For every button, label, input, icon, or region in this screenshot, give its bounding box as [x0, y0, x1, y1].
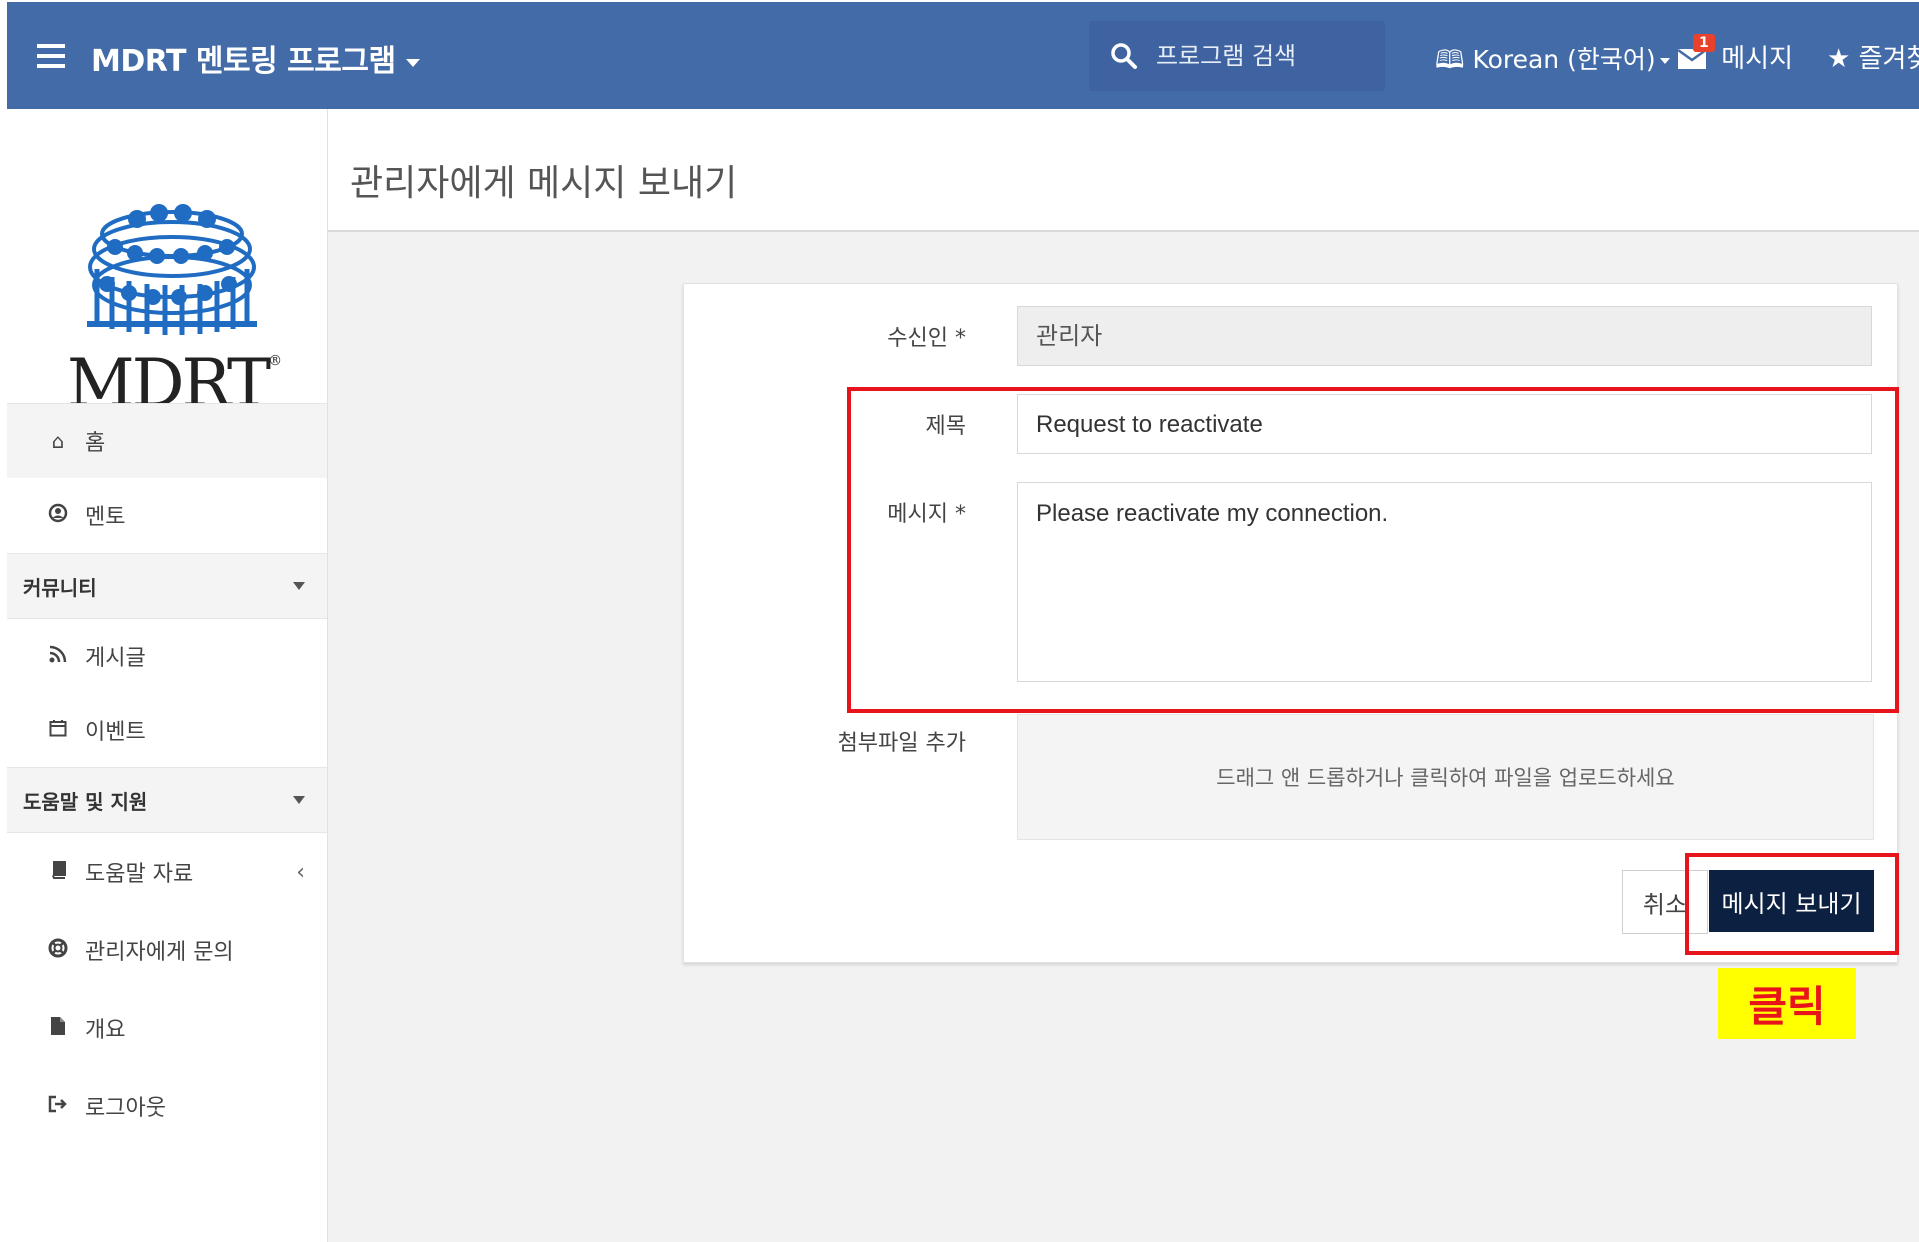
calendar-icon	[41, 718, 75, 742]
message-count-badge: 1	[1693, 34, 1715, 52]
sidebar-item-label: 이벤트	[85, 720, 146, 745]
sidebar-item-overview[interactable]: 개요	[7, 991, 327, 1065]
sidebar-item-label: 홈	[85, 431, 106, 456]
home-icon: ⌂	[51, 429, 65, 453]
program-search[interactable]	[1089, 21, 1385, 91]
sidebar-item-label: 멘토	[85, 505, 126, 530]
sidebar: MDRT® ⌂ 홈 멘토 커뮤니티 게시글 이벤트 도움말 및 지원 도움말 자…	[7, 109, 328, 1242]
sidebar-item-home[interactable]: ⌂ 홈	[7, 404, 327, 478]
sidebar-item-label: 도움말 자료	[85, 862, 194, 887]
attachment-label: 첨부파일 추가	[837, 731, 966, 756]
caret-down-icon	[293, 582, 305, 590]
highlight-subject-message	[847, 387, 1899, 713]
mdrt-logo	[87, 204, 257, 335]
recipient-field: 관리자	[1017, 306, 1872, 366]
sidebar-item-logout[interactable]: 로그아웃	[7, 1069, 327, 1143]
sidebar-item-events[interactable]: 이벤트	[7, 693, 327, 767]
caret-down-icon	[293, 796, 305, 804]
messages-label: 메시지	[1721, 44, 1794, 74]
language-selector[interactable]: 🕮 Korean (한국어)	[1435, 40, 1670, 84]
sidebar-item-help-resources[interactable]: 도움말 자료 ‹	[7, 835, 327, 909]
messages-link[interactable]: 1 메시지	[1677, 34, 1794, 75]
caret-down-icon	[1659, 58, 1670, 64]
file-drop-hint: 드래그 앤 드롭하거나 클릭하여 파일을 업로드하세요	[1216, 766, 1675, 790]
sidebar-item-posts[interactable]: 게시글	[7, 619, 327, 693]
page-header: 관리자에게 메시지 보내기	[328, 109, 1919, 232]
envelope-icon: 1	[1677, 34, 1715, 70]
sidebar-item-label: 개요	[85, 1018, 126, 1043]
sidebar-item-label: 게시글	[85, 646, 146, 671]
book-icon	[41, 860, 75, 884]
recipient-label: 수신인 *	[887, 326, 966, 351]
lifebuoy-icon	[41, 938, 75, 963]
language-icon: 🕮	[1435, 45, 1465, 74]
file-icon	[41, 1016, 75, 1041]
language-label: Korean (한국어)	[1472, 45, 1656, 74]
hamburger-menu-icon[interactable]	[37, 44, 65, 70]
sidebar-item-label: 관리자에게 문의	[85, 940, 234, 965]
star-icon: ★	[1827, 44, 1851, 74]
search-input[interactable]	[1154, 33, 1378, 79]
highlight-send-button	[1685, 853, 1899, 955]
chevron-left-icon: ‹	[296, 859, 305, 885]
rss-icon	[41, 644, 75, 668]
sidebar-item-label: 로그아웃	[85, 1096, 166, 1121]
caret-down-icon	[405, 58, 420, 67]
sidebar-section-help[interactable]: 도움말 및 지원	[7, 767, 327, 833]
section-title: 도움말 및 지원	[23, 789, 148, 814]
sidebar-item-mentor[interactable]: 멘토	[7, 478, 327, 552]
favorites-link[interactable]: ★ 즐겨찾	[1827, 38, 1919, 75]
section-title: 커뮤니티	[23, 575, 97, 600]
search-icon	[1111, 43, 1137, 69]
sidebar-item-contact-admin[interactable]: 관리자에게 문의	[7, 913, 327, 987]
file-drop-zone[interactable]: 드래그 앤 드롭하거나 클릭하여 파일을 업로드하세요	[1017, 714, 1874, 840]
sign-out-icon	[41, 1094, 75, 1118]
page-title: 관리자에게 메시지 보내기	[350, 163, 738, 204]
program-switcher[interactable]: MDRT 멘토링 프로그램	[91, 36, 420, 80]
favorites-label: 즐겨찾	[1858, 44, 1919, 74]
click-callout: 클릭	[1718, 968, 1856, 1039]
user-circle-icon	[41, 503, 75, 528]
sidebar-section-community[interactable]: 커뮤니티	[7, 553, 327, 619]
brand-title: MDRT 멘토링 프로그램	[91, 44, 396, 79]
top-navigation-bar: MDRT 멘토링 프로그램 🕮 Korean (한국어) 1 메시지 ★ 즐겨찾	[7, 2, 1919, 109]
